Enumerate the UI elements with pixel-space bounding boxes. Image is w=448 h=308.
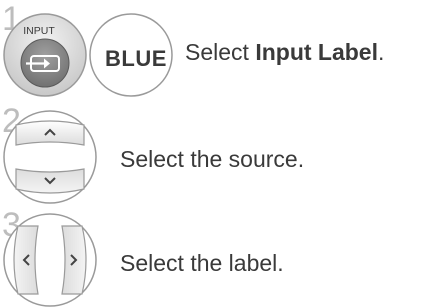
up-button[interactable] [15,120,85,146]
left-button[interactable] [13,225,39,295]
step-3-instruction: Select the label. [120,250,284,276]
input-button-label: INPUT [23,25,55,37]
up-down-rocker[interactable] [2,109,98,205]
down-button[interactable] [15,168,85,194]
step-1-instruction: Select Input Label. [185,38,384,66]
blue-button-label: BLUE [105,46,167,71]
step-1-instruction-prefix: Select [185,39,256,65]
left-right-rocker[interactable] [2,212,98,308]
step-1-instruction-bold: Input Label [255,39,378,65]
right-button[interactable] [61,225,87,295]
input-button[interactable]: INPUT [2,12,88,98]
step-1-instruction-suffix: . [378,39,385,65]
step-2-instruction: Select the source. [120,146,305,172]
